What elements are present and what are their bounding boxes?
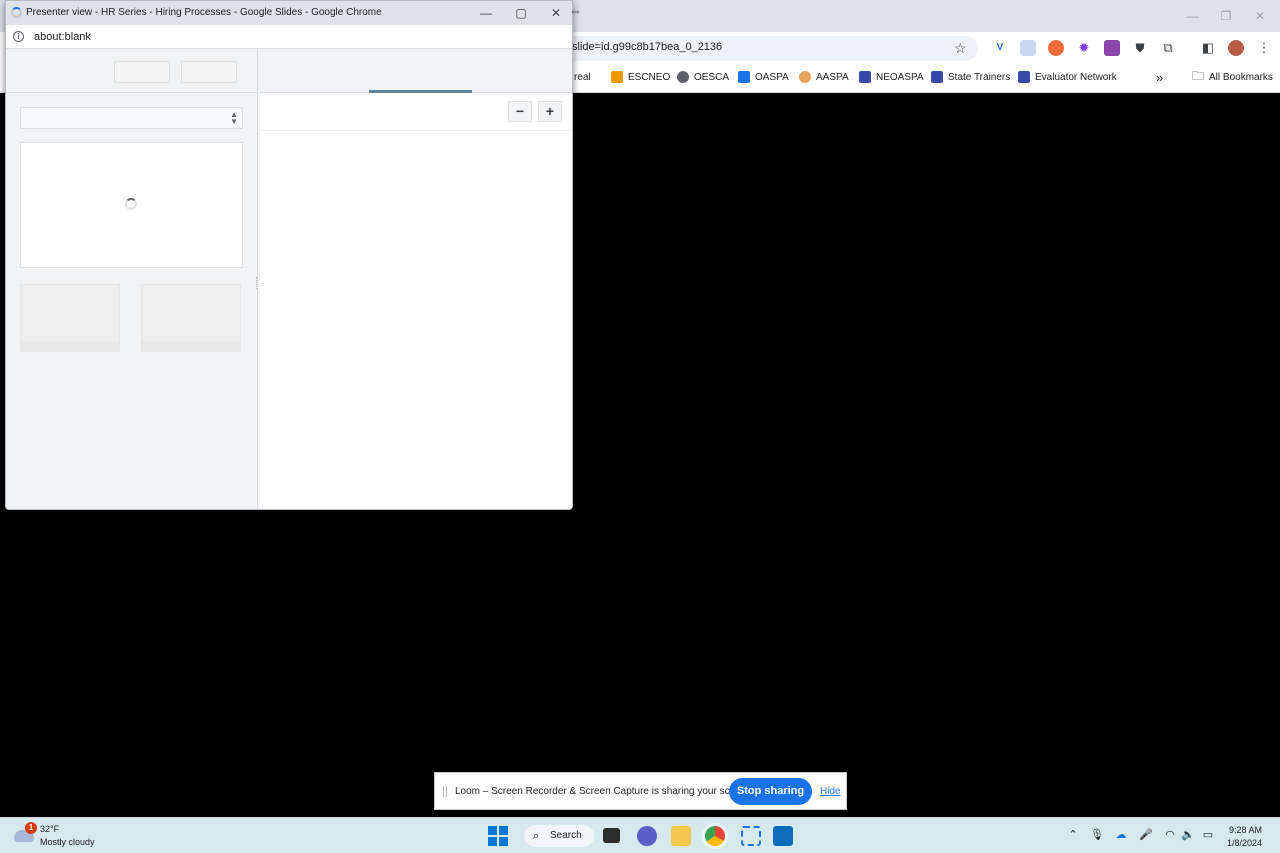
popup-minimize-icon[interactable]: — xyxy=(476,5,496,21)
presenter-view-window: Presenter view - HR Series - Hiring Proc… xyxy=(5,0,573,510)
snipping-tool-icon[interactable] xyxy=(741,826,761,846)
pane-splitter-handle[interactable] xyxy=(256,277,259,289)
bookmark-oesca[interactable]: OESCA xyxy=(677,70,729,84)
presenter-left-pane: ▲ ▼ xyxy=(6,49,258,509)
speaker-notes-pane: − + xyxy=(260,49,572,509)
popup-close-icon[interactable]: ✕ xyxy=(546,5,566,21)
select-arrows-icon: ▲ ▼ xyxy=(230,110,238,126)
taskbar-search-button[interactable]: ⌕ Search xyxy=(524,825,594,847)
placeholder-button[interactable] xyxy=(181,61,237,83)
popup-address-bar[interactable]: i about:blank xyxy=(6,25,572,49)
profile-avatar[interactable] xyxy=(1228,40,1244,56)
bookmark-aaspa[interactable]: AASPA xyxy=(799,70,849,84)
bookmark-label: ESCNEO xyxy=(628,71,671,83)
popup-maximize-icon[interactable]: ▢ xyxy=(511,5,531,21)
clock-time[interactable]: 9:28 AM xyxy=(1229,825,1262,835)
weather-description[interactable]: Mostly cloudy xyxy=(40,837,95,847)
all-bookmarks-folder[interactable]: 🗀 All Bookmarks xyxy=(1192,69,1273,84)
extension-tab-icon[interactable] xyxy=(1020,40,1036,56)
bookmark-label: State Trainers xyxy=(948,71,1011,83)
bookmark-label: NEOASPA xyxy=(876,71,924,83)
onedrive-cloud-icon[interactable]: ☁ xyxy=(1114,828,1128,842)
bookmark-star-icon[interactable]: ☆ xyxy=(954,40,970,56)
next-slide-thumbnail[interactable] xyxy=(141,284,241,352)
bookmark-favicon xyxy=(1018,71,1030,83)
teams-chat-icon[interactable] xyxy=(637,826,657,846)
hide-link[interactable]: Hide xyxy=(820,786,841,797)
show-hidden-icons-chevron-icon[interactable]: ⌃ xyxy=(1066,828,1080,842)
site-info-icon[interactable]: i xyxy=(13,31,24,42)
extension-puzzle-purple-icon[interactable] xyxy=(1104,40,1120,56)
zoom-out-button[interactable]: − xyxy=(508,101,532,122)
zoom-in-button[interactable]: + xyxy=(538,101,562,122)
bookmark-escneo[interactable]: ESCNEO xyxy=(611,70,670,84)
sharing-message: Loom – Screen Recorder & Screen Capture … xyxy=(455,786,753,797)
weather-alert-badge: 1 xyxy=(25,822,37,834)
taskbar: 1 32°F Mostly cloudy ⌕ Search ⌃ 🎙 ☁ 🎤 ◠ 🔈… xyxy=(0,817,1280,853)
slide-select-dropdown[interactable]: ▲ ▼ xyxy=(20,107,243,129)
notes-tabs xyxy=(260,49,572,93)
weather-temperature[interactable]: 32°F xyxy=(40,824,59,834)
thumbnail-caption-bar xyxy=(142,341,240,351)
microphone-in-use-icon[interactable]: 🎤 xyxy=(1139,828,1153,842)
popup-title: Presenter view - HR Series - Hiring Proc… xyxy=(26,7,382,18)
placeholder-button[interactable] xyxy=(114,61,170,83)
bookmark-favicon xyxy=(738,71,750,83)
loading-spinner-icon xyxy=(125,198,137,210)
bookmark-label: OASPA xyxy=(755,71,789,83)
popup-titlebar[interactable]: Presenter view - HR Series - Hiring Proc… xyxy=(6,1,572,25)
address-bar-url[interactable]: slide=id.g99c8b17bea_0_2136 xyxy=(572,41,722,53)
bookmark-favicon xyxy=(931,71,943,83)
bookmark-label: OESCA xyxy=(694,71,730,83)
bookmark-label: Evaluator Network xyxy=(1035,71,1117,83)
previous-slide-thumbnail[interactable] xyxy=(20,284,120,352)
extension-shield-icon[interactable]: ⛊ xyxy=(1132,40,1148,56)
bookmark-favicon xyxy=(859,71,871,83)
microphone-icon[interactable]: 🎙 xyxy=(1090,828,1104,842)
bookmark-oaspa[interactable]: OASPA xyxy=(738,70,789,84)
bookmark-label: real xyxy=(574,71,591,83)
stop-sharing-button[interactable]: Stop sharing xyxy=(729,778,812,805)
bookmark-favicon xyxy=(799,71,811,83)
timer-header xyxy=(6,49,258,93)
notes-zoom-bar: − + xyxy=(260,93,572,131)
bookmark-neoaspa[interactable]: NEOASPA xyxy=(859,70,924,84)
extension-orange-icon[interactable] xyxy=(1048,40,1064,56)
clock-date[interactable]: 1/8/2024 xyxy=(1227,838,1262,848)
file-explorer-icon[interactable] xyxy=(671,826,691,846)
globe-icon xyxy=(677,71,689,83)
restore-icon[interactable]: ❐ xyxy=(1211,8,1241,24)
battery-icon[interactable]: ▭ xyxy=(1201,828,1215,842)
wifi-icon[interactable]: ◠ xyxy=(1163,828,1177,842)
search-label: Search xyxy=(550,830,582,841)
extension-gear-icon[interactable]: ✹ xyxy=(1076,40,1092,56)
bookmark-label: AASPA xyxy=(816,71,849,83)
more-bookmarks-button[interactable]: » xyxy=(1156,70,1163,85)
side-panel-icon[interactable]: ◧ xyxy=(1200,40,1216,56)
drag-handle-icon[interactable] xyxy=(443,786,447,797)
all-bookmarks-label: All Bookmarks xyxy=(1209,71,1273,83)
thumbnail-caption-bar xyxy=(21,341,119,351)
resize-cursor-icon: ⇔ xyxy=(569,3,582,18)
close-icon[interactable]: ✕ xyxy=(1245,8,1275,24)
extension-v-icon[interactable]: V xyxy=(992,40,1008,56)
start-windows-icon[interactable] xyxy=(488,826,508,846)
outlook-icon[interactable] xyxy=(773,826,793,846)
loading-spinner-icon xyxy=(11,7,22,18)
screen-sharing-bar: Loom – Screen Recorder & Screen Capture … xyxy=(434,772,847,810)
chrome-icon[interactable] xyxy=(705,826,725,846)
minimize-icon[interactable]: — xyxy=(1178,8,1208,24)
bookmark-favicon xyxy=(611,71,623,83)
bookmark-evaluator-network[interactable]: Evaluator Network xyxy=(1018,70,1117,84)
folder-icon: 🗀 xyxy=(1192,68,1205,83)
extensions-puzzle-icon[interactable]: ⧉ xyxy=(1160,40,1176,56)
search-icon: ⌕ xyxy=(533,830,540,842)
popup-address-text[interactable]: about:blank xyxy=(34,31,91,43)
bookmark-real[interactable]: real xyxy=(574,70,591,84)
volume-icon[interactable]: 🔈 xyxy=(1181,828,1195,842)
current-slide-preview xyxy=(20,142,243,268)
bookmark-state-trainers[interactable]: State Trainers xyxy=(931,70,1010,84)
chrome-menu-icon[interactable]: ⋮ xyxy=(1256,40,1272,56)
task-view-icon[interactable] xyxy=(603,828,620,843)
